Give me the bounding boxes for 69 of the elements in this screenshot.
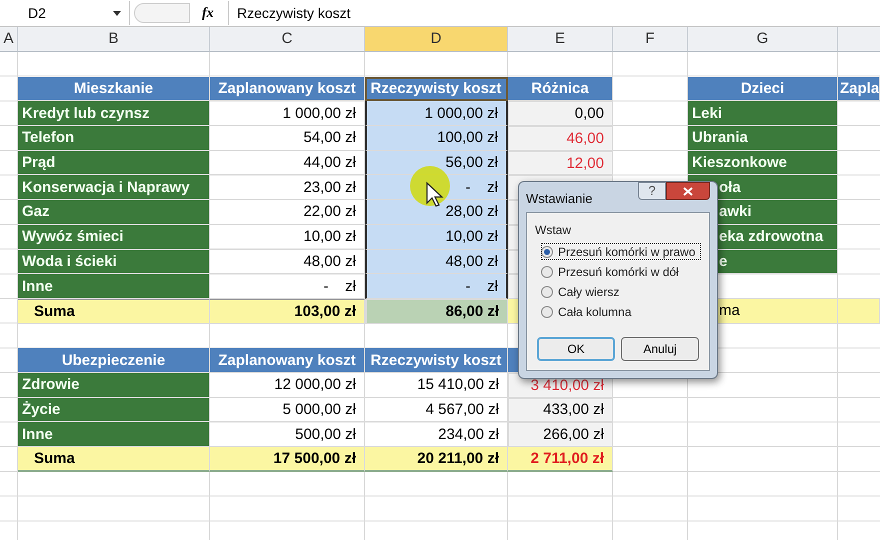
table-cell: 2 711,00 zł: [508, 447, 613, 472]
radio-button[interactable]: [541, 286, 553, 298]
column-heading: Rzeczywisty koszt: [365, 76, 508, 102]
function-button[interactable]: fx: [202, 2, 228, 24]
table-cell: 433,00 zł: [508, 398, 613, 422]
dialog-button[interactable]: OK: [537, 337, 615, 361]
table-cell: 12 000,00 zł: [210, 372, 365, 398]
column-header[interactable]: B: [18, 27, 210, 51]
column-heading: Dzieci: [688, 76, 838, 102]
close-icon: [683, 186, 693, 196]
row-label: Telefon: [18, 126, 210, 151]
table-cell: 56,00 zł: [365, 150, 508, 176]
column-heading: Mieszkanie: [18, 76, 210, 102]
column-heading: Różnica: [508, 76, 613, 102]
row-label: Inne: [18, 422, 210, 447]
column-heading: Zaplanowany koszt: [210, 348, 365, 373]
table-cell: 1 000,00 zł: [365, 101, 508, 126]
row-label: Leki: [688, 101, 838, 126]
row-label: Suma: [18, 447, 210, 472]
row-label: Suma: [18, 298, 210, 324]
row-label: Życie: [18, 398, 210, 422]
column-heading: Zapla: [838, 76, 880, 102]
row-label: Wywóz śmieci: [18, 224, 210, 250]
row-label: Konserwacja i Naprawy: [18, 175, 210, 200]
table-cell: 28,00 zł: [365, 200, 508, 225]
table-cell: 46,00: [508, 126, 613, 151]
formula-bar-handle[interactable]: [134, 3, 190, 23]
dialog-title: Wstawianie: [526, 190, 592, 208]
name-box[interactable]: D2: [0, 1, 130, 25]
row-label: Inne: [18, 274, 210, 299]
close-button[interactable]: [666, 182, 710, 200]
table-cell: 103,00 zł: [210, 298, 365, 324]
table-cell: [838, 298, 880, 324]
row-label: Ubrania: [688, 126, 838, 151]
table-cell: 86,00 zł: [365, 298, 508, 324]
table-cell: - zł: [365, 274, 508, 299]
row-label: Kredyt lub czynsz: [18, 101, 210, 126]
radio-option[interactable]: Cały wiersz: [541, 283, 701, 300]
table-cell: 10,00 zł: [365, 224, 508, 250]
table-cell: 5 000,00 zł: [210, 398, 365, 422]
table-cell: 0,00: [508, 101, 613, 126]
table-cell: 12,00: [508, 150, 613, 176]
table-cell: 266,00 zł: [508, 422, 613, 447]
row-label: Gaz: [18, 200, 210, 225]
column-heading: Rzeczywisty koszt: [365, 348, 508, 373]
radio-button[interactable]: [541, 246, 553, 258]
group-label: Wstaw: [535, 222, 572, 239]
column-heading: Zaplanowany koszt: [210, 76, 365, 102]
column-heading: Ubezpieczenie: [18, 348, 210, 373]
table-cell: 20 211,00 zł: [365, 447, 508, 472]
radio-button[interactable]: [541, 266, 553, 278]
column-header[interactable]: E: [508, 27, 613, 51]
row-label: Zdrowie: [18, 372, 210, 398]
help-button[interactable]: ?: [638, 182, 666, 200]
column-header[interactable]: F: [613, 27, 688, 51]
column-header[interactable]: A: [0, 27, 18, 51]
table-cell: 48,00 zł: [365, 250, 508, 274]
dialog-button[interactable]: Anuluj: [621, 337, 699, 361]
cell-reference: D2: [28, 4, 46, 22]
row-label: Kieszonkowe: [688, 150, 838, 176]
formula-field[interactable]: Rzeczywisty koszt: [237, 2, 351, 24]
table-cell: 17 500,00 zł: [210, 447, 365, 472]
column-header[interactable]: G: [688, 27, 838, 51]
row-label: Prąd: [18, 150, 210, 176]
column-header[interactable]: D: [365, 27, 508, 51]
row-label: Woda i ścieki: [18, 250, 210, 274]
caret-icon[interactable]: [113, 10, 121, 16]
table-cell: 100,00 zł: [365, 126, 508, 151]
radio-button[interactable]: [541, 306, 553, 318]
